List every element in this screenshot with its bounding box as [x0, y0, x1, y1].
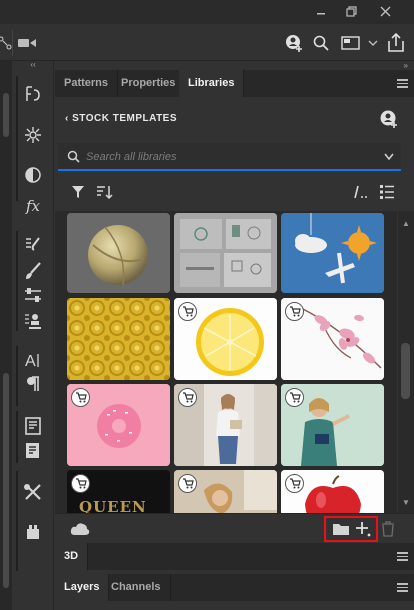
brush-settings-icon[interactable]	[12, 233, 54, 257]
library-item[interactable]: QUEEN	[67, 470, 170, 513]
search-icon	[67, 150, 80, 166]
sort-icon[interactable]	[96, 183, 114, 201]
cart-icon[interactable]	[178, 474, 197, 493]
panel-3d-header: 3D	[55, 543, 414, 570]
layers-panel-body	[55, 601, 414, 610]
library-item[interactable]	[281, 384, 384, 466]
sky-illustration-thumbnail	[281, 213, 384, 293]
transform-icon[interactable]	[0, 32, 16, 54]
panel-tabs: Patterns Properties Libraries	[55, 70, 414, 97]
character-icon[interactable]: A	[12, 348, 54, 372]
cart-icon[interactable]	[285, 474, 304, 493]
adjustments-icon[interactable]	[12, 163, 54, 187]
yellow-pattern-thumbnail	[67, 298, 170, 380]
cart-icon[interactable]	[178, 302, 197, 321]
video-icon[interactable]	[16, 32, 38, 54]
invite-user-icon[interactable]	[379, 109, 399, 132]
panel-menu-icon[interactable]	[397, 79, 408, 88]
folder-icon[interactable]	[332, 522, 350, 539]
library-item[interactable]	[174, 213, 277, 293]
restore-icon[interactable]	[336, 0, 366, 22]
close-icon[interactable]	[370, 0, 400, 22]
glyphs-icon[interactable]	[12, 439, 54, 463]
panel-icon-column: ‹‹ fx A	[12, 61, 54, 610]
add-icon[interactable]	[354, 520, 372, 541]
tab-channels[interactable]: Channels	[102, 574, 171, 601]
left-scroll-strip	[0, 61, 12, 610]
add-user-icon[interactable]	[283, 32, 305, 54]
tab-patterns[interactable]: Patterns	[55, 70, 119, 97]
chevron-up-icon[interactable]: ▲	[402, 219, 410, 228]
tool-presets-icon[interactable]	[12, 480, 54, 504]
brand-mockup-thumbnail	[174, 213, 277, 293]
color-wheel-icon[interactable]	[12, 123, 54, 147]
notes-icon[interactable]	[12, 414, 54, 438]
window-title-bar	[0, 0, 414, 24]
paragraph-icon[interactable]	[12, 372, 54, 396]
library-bottom-bar	[55, 513, 414, 543]
sphere-render-thumbnail	[67, 213, 170, 293]
svg-text:QUEEN: QUEEN	[79, 498, 147, 513]
grid-scrollbar[interactable]: ▲ ▼	[398, 211, 414, 513]
cloud-icon[interactable]	[70, 522, 90, 539]
cart-icon[interactable]	[285, 302, 304, 321]
chevron-down-icon[interactable]: ▼	[402, 498, 410, 507]
cart-icon[interactable]	[71, 474, 90, 493]
library-search	[58, 143, 401, 171]
cart-icon[interactable]	[285, 388, 304, 407]
library-item[interactable]	[67, 213, 170, 293]
library-item[interactable]	[174, 298, 277, 380]
library-grid: QUEEN	[55, 211, 397, 513]
plugins-icon[interactable]	[12, 520, 54, 544]
panel-menu-icon[interactable]	[397, 583, 408, 592]
fx-icon[interactable]: fx	[12, 194, 54, 218]
collapse-icon[interactable]: »	[404, 61, 408, 70]
divider	[12, 30, 13, 56]
cart-icon[interactable]	[71, 388, 90, 407]
filter-toolbar	[55, 175, 414, 209]
scroll-thumb[interactable]	[3, 93, 9, 137]
workspace-icon[interactable]	[340, 32, 362, 54]
search-input[interactable]	[86, 149, 366, 165]
tab-properties[interactable]: Properties	[112, 70, 186, 97]
panel-menu-icon[interactable]	[397, 552, 408, 561]
collapse-icon[interactable]: ‹‹	[12, 61, 54, 69]
trash-icon[interactable]	[381, 521, 395, 540]
chevron-down-icon[interactable]	[362, 32, 384, 54]
clone-source-icon[interactable]	[12, 309, 54, 333]
options-bar	[0, 24, 414, 61]
library-item[interactable]	[281, 298, 384, 380]
brush-icon[interactable]	[12, 259, 54, 283]
library-item[interactable]	[67, 384, 170, 466]
libraries-panel: » Patterns Properties Libraries ‹ STOCK …	[55, 61, 414, 610]
library-header: ‹ STOCK TEMPLATES	[55, 97, 414, 143]
svg-text:A: A	[25, 353, 36, 369]
tab-3d[interactable]: 3D	[55, 543, 89, 570]
library-item[interactable]	[174, 470, 277, 513]
library-title: STOCK TEMPLATES	[72, 113, 178, 124]
cart-icon[interactable]	[178, 388, 197, 407]
list-view-icon[interactable]	[378, 183, 396, 201]
library-item[interactable]	[67, 298, 170, 380]
scroll-thumb[interactable]	[3, 373, 9, 588]
history-brush-icon[interactable]	[12, 82, 54, 106]
tab-libraries[interactable]: Libraries	[179, 70, 245, 97]
back-button[interactable]: ‹ STOCK TEMPLATES	[65, 113, 177, 124]
minimize-icon[interactable]	[306, 0, 336, 22]
properties-sliders-icon[interactable]	[12, 283, 54, 307]
scroll-thumb[interactable]	[401, 343, 410, 399]
panel-layers-header: Layers Channels	[55, 574, 414, 601]
chevron-down-icon[interactable]	[384, 152, 394, 164]
library-item[interactable]	[281, 213, 384, 293]
share-icon[interactable]	[385, 32, 407, 54]
display-type-icon[interactable]	[352, 183, 370, 201]
search-icon[interactable]	[310, 32, 332, 54]
filter-icon[interactable]	[69, 183, 87, 201]
library-item[interactable]	[281, 470, 384, 513]
library-item[interactable]	[174, 384, 277, 466]
